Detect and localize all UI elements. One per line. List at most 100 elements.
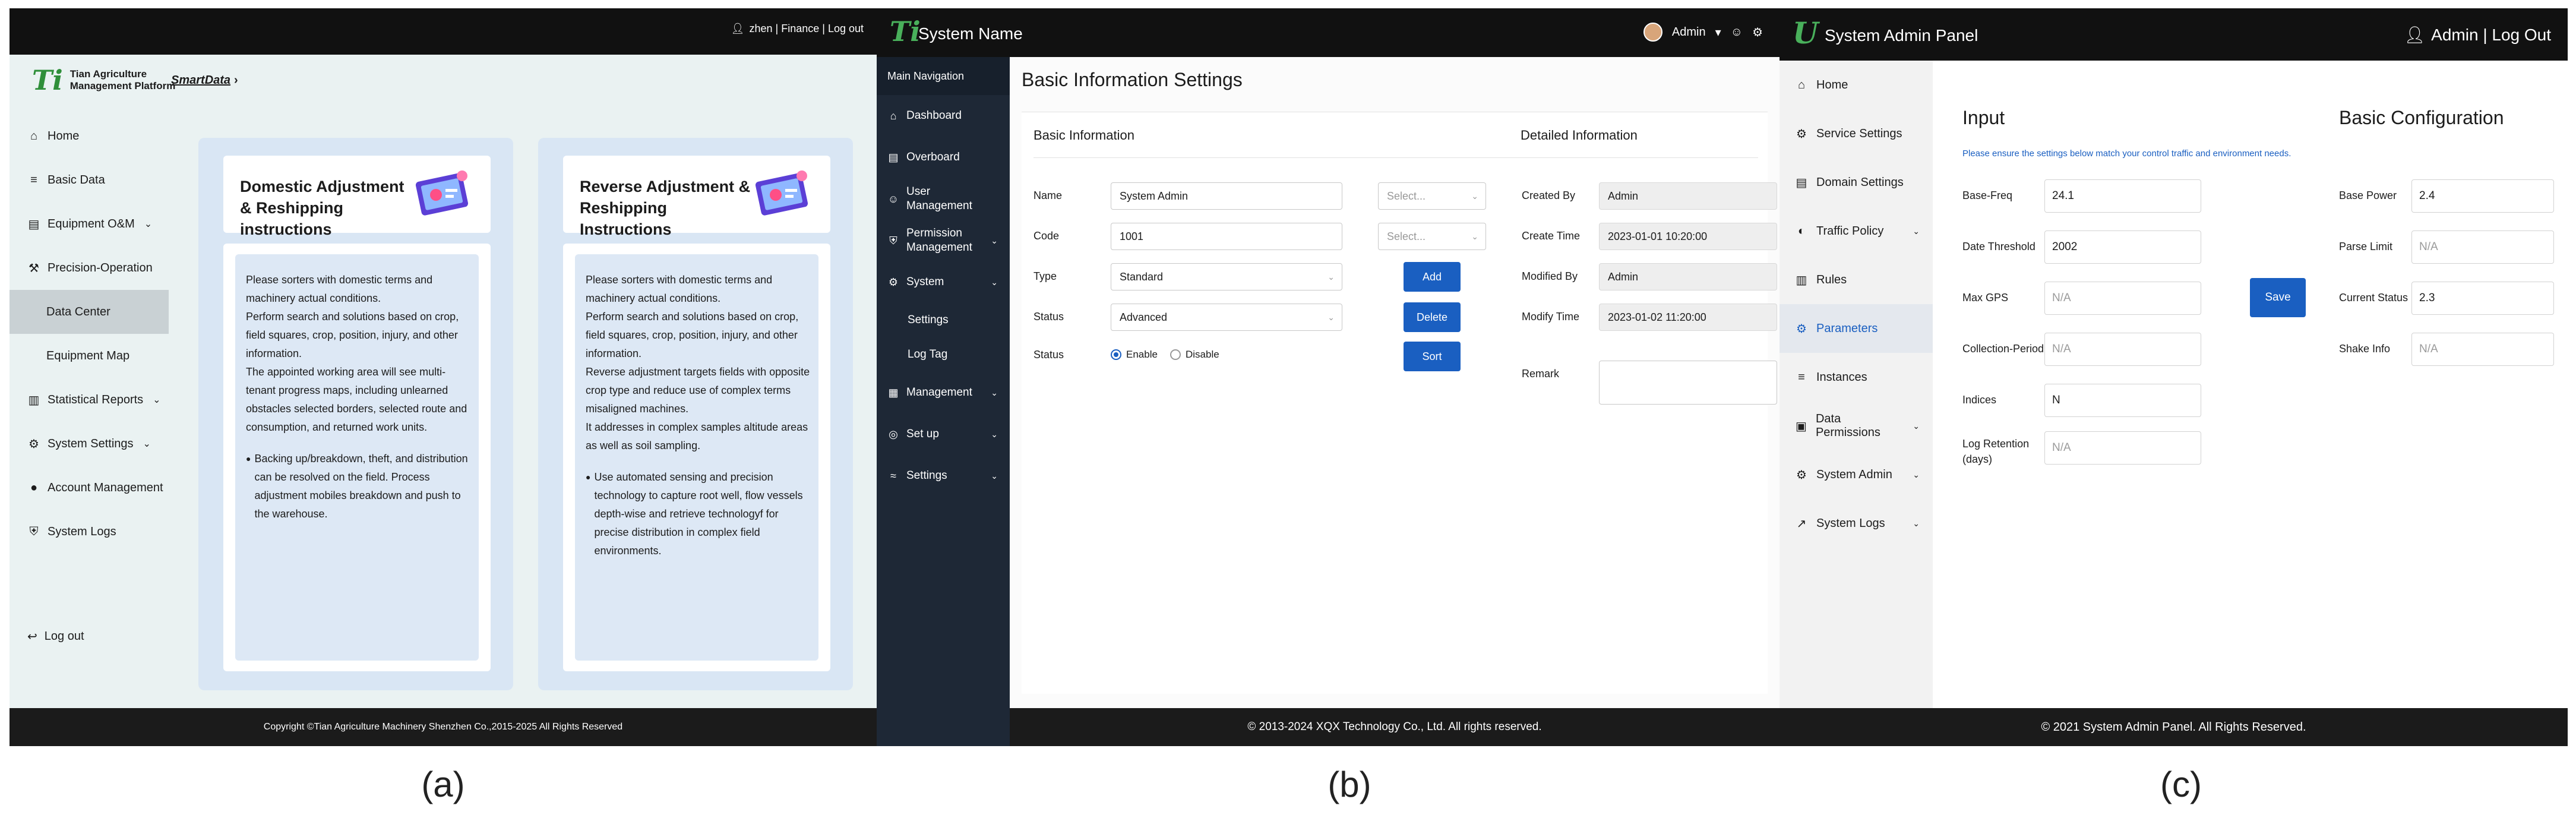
- save-button[interactable]: Save: [2250, 278, 2306, 317]
- radio-disable[interactable]: Disable: [1170, 349, 1219, 361]
- user-menu[interactable]: 👤︎ zhen | Finance | Log out: [731, 23, 864, 35]
- sidebar-item-system[interactable]: ⚙ System ⌄: [877, 261, 1010, 303]
- select-dropdown-1[interactable]: Select... ⌄: [1378, 182, 1486, 210]
- date-threshold-input[interactable]: 2002: [2044, 230, 2201, 264]
- sidebar-item-system-logs[interactable]: ↗ System Logs ⌄: [1780, 499, 1933, 548]
- sidebar-item-equipment-map[interactable]: Equipment Map: [10, 334, 169, 378]
- sidebar-item-instances[interactable]: ≡ Instances: [1780, 353, 1933, 402]
- status-select[interactable]: Advanced ⌄: [1111, 304, 1342, 331]
- collection-period-input[interactable]: N/A: [2044, 333, 2201, 366]
- remark-label: Remark: [1522, 368, 1560, 380]
- card-text: Please sorters with domestic terms and m…: [586, 274, 810, 451]
- logout-link[interactable]: ↩ Log out: [27, 629, 84, 644]
- sidebar-item-data-center[interactable]: Data Center: [10, 290, 169, 334]
- sidebar-item-settings-2[interactable]: ≈ Settings ⌄: [877, 455, 1010, 497]
- sidebar-item-settings[interactable]: Settings: [877, 303, 1010, 337]
- sidebar-item-parameters[interactable]: ⚙ Parameters: [1780, 304, 1933, 353]
- delete-button[interactable]: Delete: [1404, 302, 1461, 332]
- sidebar-header: Main Navigation: [877, 57, 1010, 95]
- sidebar-item-precision-operation[interactable]: ⚒ Precision-Operation: [10, 246, 169, 290]
- sidebar-item-label: Instances: [1816, 370, 1867, 384]
- sidebar-item-data-permissions[interactable]: ▣ Data Permissions ⌄: [1780, 402, 1933, 450]
- main-content: Input Basic Configuration Please ensure …: [1933, 61, 2568, 708]
- database-icon: ≡: [30, 173, 37, 187]
- modify-time-label: Modify Time: [1522, 311, 1580, 323]
- sidebar-item-equipment-om[interactable]: ▤ Equipment O&M ⌄: [10, 202, 169, 246]
- sidebar-item-service-settings[interactable]: ⚙ Service Settings: [1780, 109, 1933, 158]
- user-menu[interactable]: 👤︎ Admin | Log Out: [2404, 25, 2551, 45]
- sort-button[interactable]: Sort: [1404, 342, 1461, 371]
- sidebar-item-domain-settings[interactable]: ▤ Domain Settings: [1780, 158, 1933, 207]
- sidebar-item-log-tag[interactable]: Log Tag: [877, 337, 1010, 372]
- user-name[interactable]: Admin: [1672, 26, 1706, 39]
- sidebar-item-home[interactable]: ⌂ Home: [1780, 61, 1933, 109]
- radio-label: Disable: [1186, 349, 1219, 360]
- remark-textarea[interactable]: [1599, 361, 1777, 405]
- contrast-icon: ◐: [1797, 224, 1806, 238]
- chevron-down-icon: ⌄: [1327, 312, 1335, 322]
- caret-down-icon[interactable]: ▾: [1715, 25, 1721, 40]
- status-label: Status: [1033, 311, 1064, 323]
- avatar[interactable]: [1643, 23, 1662, 42]
- sidebar-item-label: Home: [1816, 78, 1848, 91]
- shake-info-input[interactable]: N/A: [2411, 333, 2554, 366]
- gear-icon[interactable]: ⚙: [1752, 25, 1763, 40]
- type-value: Standard: [1120, 271, 1164, 283]
- chevron-down-icon: ⌄: [991, 236, 998, 245]
- divider: [1521, 157, 1758, 158]
- radio-enable[interactable]: Enable: [1111, 349, 1158, 361]
- sidebar-item-label: System Logs: [48, 525, 116, 538]
- sidebar-item-dashboard[interactable]: ⌂ Dashboard: [877, 95, 1010, 137]
- shield-icon: ⛨: [889, 235, 897, 247]
- sidebar-item-management[interactable]: ▦ Management ⌄: [877, 372, 1010, 413]
- footer: © 2021 System Admin Panel. All Rights Re…: [1780, 708, 2568, 746]
- sidebar-item-permission-management[interactable]: ⛨ Permission Management ⌄: [877, 220, 1010, 261]
- log-retention-input[interactable]: N/A: [2044, 431, 2201, 465]
- sidebar-item-system-logs[interactable]: ⛨ System Logs: [10, 510, 169, 554]
- user-icon[interactable]: ☺: [1731, 26, 1743, 39]
- max-gps-input[interactable]: N/A: [2044, 282, 2201, 315]
- base-power-input[interactable]: 2.4: [2411, 179, 2554, 213]
- current-status-input[interactable]: 2.3: [2411, 282, 2554, 315]
- lock-icon: ▣: [1796, 419, 1807, 433]
- sidebar-item-rules[interactable]: ▥ Rules: [1780, 255, 1933, 304]
- type-select[interactable]: Standard ⌄: [1111, 263, 1342, 290]
- wifi-icon: ≈: [890, 470, 896, 482]
- sidebar-item-label: Domain Settings: [1816, 175, 1904, 189]
- gear-icon: ⚙: [29, 437, 39, 451]
- brand: Ti Tian Agriculture Management Platform: [32, 64, 175, 96]
- sidebar-item-overboard[interactable]: ▤ Overboard: [877, 137, 1010, 178]
- sidebar-item-label: Account Management: [48, 481, 163, 494]
- sidebar-item-system-settings[interactable]: ⚙ System Settings ⌄: [10, 422, 169, 466]
- code-input[interactable]: 1001: [1111, 223, 1342, 250]
- base-freq-input[interactable]: 24.1: [2044, 179, 2201, 213]
- sidebar-item-system-admin[interactable]: ⚙ System Admin ⌄: [1780, 450, 1933, 499]
- chevron-down-icon: ⌄: [991, 471, 998, 481]
- sidebar-item-basic-data[interactable]: ≡ Basic Data: [10, 158, 169, 202]
- bullet-icon: ●: [586, 472, 591, 482]
- sidebar-item-label: Home: [48, 129, 80, 143]
- sidebar-item-home[interactable]: ⌂ Home: [10, 114, 169, 158]
- gear-icon: ⚙: [888, 276, 899, 288]
- sidebar-item-statistical-reports[interactable]: ▥ Statistical Reports ⌄: [10, 378, 169, 422]
- home-icon: ⌂: [1797, 78, 1806, 91]
- sidebar-item-label: System: [906, 276, 944, 288]
- sidebar-item-label: Log Tag: [908, 348, 948, 361]
- breadcrumb[interactable]: SmartData ›: [171, 74, 238, 87]
- add-button[interactable]: Add: [1404, 262, 1461, 292]
- gear-icon: ⚙: [1796, 322, 1807, 336]
- document-icon: ▤: [888, 151, 899, 163]
- parse-limit-input[interactable]: N/A: [2411, 230, 2554, 264]
- sidebar-item-account-management[interactable]: ● Account Management: [10, 466, 169, 510]
- sidebar-item-traffic-policy[interactable]: ◐ Traffic Policy ⌄: [1780, 207, 1933, 255]
- indices-input[interactable]: N: [2044, 384, 2201, 417]
- sidebar-item-user-management[interactable]: ☺ User Management: [877, 178, 1010, 220]
- name-input[interactable]: System Admin: [1111, 182, 1342, 210]
- breadcrumb-label: SmartData: [171, 74, 231, 87]
- sidebar-item-label: Statistical Reports: [48, 393, 144, 406]
- select-dropdown-2[interactable]: Select... ⌄: [1378, 223, 1486, 250]
- section-detailed-information: Detailed Information: [1521, 128, 1638, 143]
- card-title: Domestic Adjustment & Reshipping instruc…: [240, 178, 404, 238]
- chevron-down-icon: ⌄: [1913, 518, 1920, 528]
- sidebar-item-set-up[interactable]: ◎ Set up ⌄: [877, 413, 1010, 455]
